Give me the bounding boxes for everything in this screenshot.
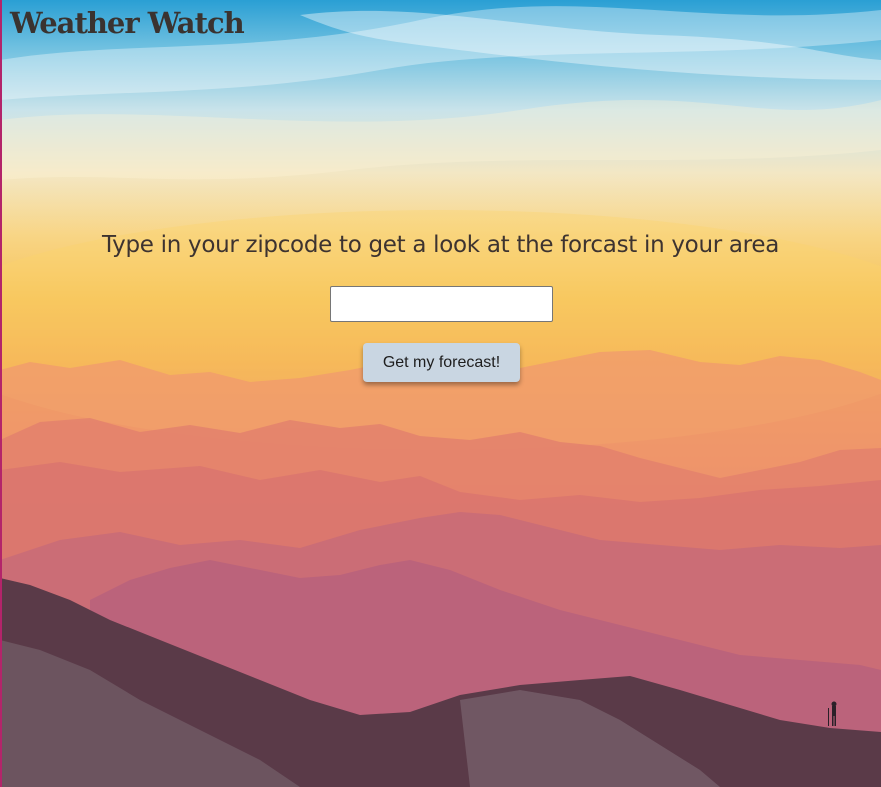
- app-title: Weather Watch: [10, 6, 245, 40]
- zipcode-prompt: Type in your zipcode to get a look at th…: [102, 232, 779, 258]
- zipcode-input[interactable]: [330, 286, 553, 322]
- mountain-range-illustration: [0, 6, 881, 787]
- get-forecast-button[interactable]: Get my forecast!: [363, 343, 520, 382]
- background-landscape: [0, 0, 881, 787]
- window-left-border: [0, 0, 2, 787]
